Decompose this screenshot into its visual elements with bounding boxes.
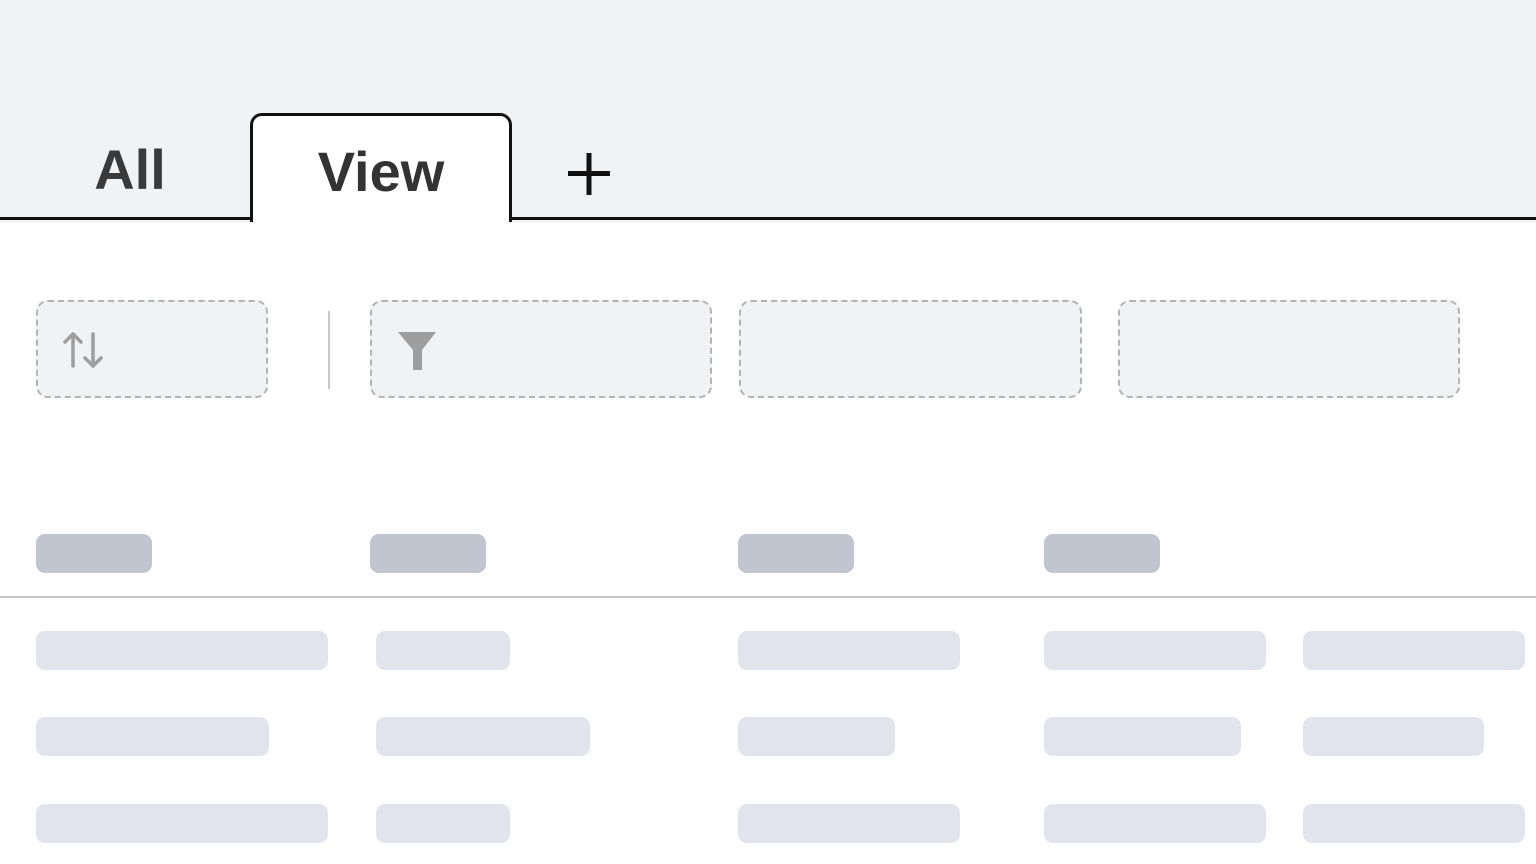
sort-arrows-icon: [63, 332, 103, 368]
tab-view[interactable]: View: [250, 113, 512, 222]
cell-placeholder: [376, 804, 510, 843]
cell-placeholder: [36, 717, 269, 756]
toolbar-empty-slot[interactable]: [739, 300, 1082, 398]
cell-placeholder: [1044, 717, 1241, 756]
cell-placeholder: [738, 631, 960, 670]
toolbar-empty-slot[interactable]: [1118, 300, 1460, 398]
cell-placeholder: [376, 631, 510, 670]
cell-placeholder: [36, 631, 328, 670]
page: All View: [0, 0, 1536, 864]
column-header-placeholder: [1044, 534, 1160, 573]
toolbar-divider: [328, 311, 330, 389]
tab-bar-baseline-right: [510, 217, 1536, 220]
tab-bar-baseline-left: [0, 217, 250, 220]
cell-placeholder: [1303, 717, 1484, 756]
column-header-placeholder: [370, 534, 486, 573]
tab-bar: All View: [0, 0, 1536, 222]
plus-icon: [568, 153, 610, 195]
column-header-placeholder: [738, 534, 854, 573]
column-header-placeholder: [36, 534, 152, 573]
cell-placeholder: [376, 717, 590, 756]
filter-slot[interactable]: [370, 300, 712, 398]
tab-all[interactable]: All: [60, 130, 200, 210]
cell-placeholder: [1303, 631, 1525, 670]
cell-placeholder: [1303, 804, 1525, 843]
cell-placeholder: [1044, 804, 1266, 843]
sort-slot[interactable]: [36, 300, 268, 398]
funnel-filter-icon: [398, 332, 436, 370]
cell-placeholder: [1044, 631, 1266, 670]
cell-placeholder: [738, 804, 960, 843]
cell-placeholder: [36, 804, 328, 843]
cell-placeholder: [738, 717, 895, 756]
table-header-divider: [0, 596, 1536, 598]
add-tab-button[interactable]: [560, 145, 618, 203]
